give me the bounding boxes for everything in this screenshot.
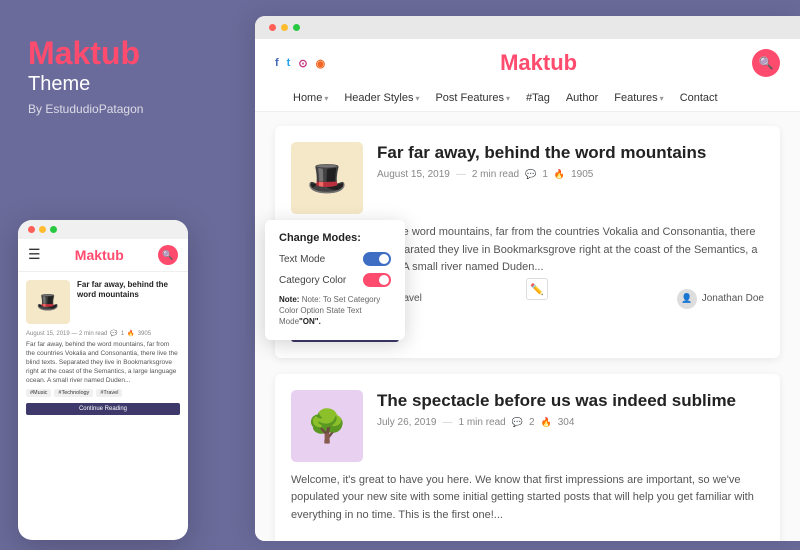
social-icons: f t ⊙ ◉ [275, 57, 325, 70]
brand-m: M [28, 35, 55, 71]
author-avatar: 👤 [677, 289, 697, 309]
category-color-toggle[interactable] [363, 273, 391, 287]
mobile-titlebar [18, 220, 188, 239]
post-2-header: 🌳 The spectacle before us was indeed sub… [291, 390, 764, 462]
popup-text-mode-label: Text Mode [279, 254, 325, 265]
nav-contact[interactable]: Contact [672, 85, 726, 111]
mobile-post-title: Far far away, behind the word mountains [77, 280, 180, 301]
desktop-header-top: f t ⊙ ◉ Maktub 🔍 [275, 49, 780, 77]
post-2-thumb: 🌳 [291, 390, 363, 462]
post-1-author: 👤 Jonathan Doe [677, 289, 764, 309]
post-1-info: Far far away, behind the word mountains … [377, 142, 706, 214]
hamburger-icon[interactable]: ☰ [28, 247, 41, 264]
nav-header-styles[interactable]: Header Styles ▾ [336, 85, 427, 111]
mobile-post-excerpt: Far far away, behind the word mountains,… [26, 340, 180, 385]
mobile-content: 🎩 Far far away, behind the word mountain… [18, 272, 188, 540]
popup-text-mode-row: Text Mode [279, 252, 391, 266]
post-2-meta: July 26, 2019 — 1 min read 💬 2 🔥 304 [377, 417, 736, 428]
change-modes-popup: Change Modes: Text Mode Category Color N… [265, 220, 405, 340]
popup-category-color-label: Category Color [279, 275, 346, 286]
nav-post-features[interactable]: Post Features ▾ [427, 85, 518, 111]
post-1-title: Far far away, behind the word mountains [377, 142, 706, 164]
mobile-post-info: Far far away, behind the word mountains [77, 280, 180, 301]
mobile-tag: #Music [26, 389, 51, 397]
desktop-logo: Maktub [500, 50, 577, 76]
popup-note: Note: Note: To Set Category Color Option… [279, 294, 391, 328]
toggle-knob-2 [379, 275, 389, 285]
mobile-post-thumb: 🎩 [26, 280, 70, 324]
mobile-post-meta: August 15, 2019 — 2 min read 💬 1 🔥 3905 [26, 330, 180, 337]
nav-features[interactable]: Features ▾ [606, 85, 671, 111]
nav-tag[interactable]: #Tag [518, 85, 558, 111]
mobile-logo: Maktub [75, 247, 124, 263]
mobile-tag: #Technology [54, 389, 93, 397]
post-1-thumb: 🎩 [291, 142, 363, 214]
post-card-2: 🌳 The spectacle before us was indeed sub… [275, 374, 780, 541]
toggle-knob [379, 254, 389, 264]
nav-author[interactable]: Author [558, 85, 606, 111]
pen-icon[interactable]: ✏️ [526, 278, 548, 300]
brand-by: By EstududioPatagon [28, 102, 143, 116]
mobile-search-button[interactable]: 🔍 [158, 245, 178, 265]
left-panel: Maktub Theme By EstududioPatagon ☰ Maktu… [0, 0, 248, 550]
post-2-excerpt: Welcome, it's great to have you here. We… [291, 472, 764, 525]
mobile-post-card: 🎩 Far far away, behind the word mountain… [26, 280, 180, 324]
dot-red [28, 226, 35, 233]
comment-icon: 💬 [525, 169, 536, 180]
mobile-tag: #Travel [96, 389, 122, 397]
popup-category-color-row: Category Color [279, 273, 391, 287]
mobile-header: ☰ Maktub 🔍 [18, 239, 188, 272]
popup-title: Change Modes: [279, 232, 391, 244]
instagram-icon[interactable]: ⊙ [298, 57, 307, 70]
nav-home[interactable]: Home ▾ [285, 85, 336, 111]
comment-icon-2: 💬 [512, 417, 523, 428]
brand-name: Maktub Theme By EstududioPatagon [28, 36, 143, 116]
text-mode-toggle[interactable] [363, 252, 391, 266]
popup-note-bold: "ON". [299, 317, 321, 326]
rss-icon[interactable]: ◉ [316, 57, 326, 70]
dt-dot-yellow [281, 24, 288, 31]
popup-note-label: Note: [279, 295, 299, 304]
desktop-nav: Home ▾ Header Styles ▾ Post Features ▾ #… [275, 85, 780, 111]
post-1-meta: August 15, 2019 — 2 min read 💬 1 🔥 1905 [377, 169, 706, 180]
post-2-info: The spectacle before us was indeed subli… [377, 390, 736, 462]
dt-dot-green [293, 24, 300, 31]
desktop-titlebar [255, 16, 800, 39]
dot-green [50, 226, 57, 233]
mobile-mockup: ☰ Maktub 🔍 🎩 Far far away, behind the wo… [18, 220, 188, 540]
post-1-header: 🎩 Far far away, behind the word mountain… [291, 142, 764, 214]
desktop-search-button[interactable]: 🔍 [752, 49, 780, 77]
mobile-logo-m: M [75, 247, 87, 263]
desktop-site-header: f t ⊙ ◉ Maktub 🔍 Home ▾ Header Styles ▾ … [255, 39, 800, 112]
mobile-read-more-button[interactable]: Continue Reading [26, 403, 180, 415]
dot-yellow [39, 226, 46, 233]
twitter-icon[interactable]: t [287, 57, 291, 69]
views-icon: 🔥 [554, 169, 565, 180]
dt-dot-red [269, 24, 276, 31]
mobile-post-tags: #Music #Technology #Travel [26, 389, 180, 397]
post-2-title: The spectacle before us was indeed subli… [377, 390, 736, 412]
desktop-logo-m: M [500, 50, 518, 75]
brand-subtitle: Theme [28, 73, 143, 96]
views-icon-2: 🔥 [541, 417, 552, 428]
facebook-icon[interactable]: f [275, 57, 279, 69]
